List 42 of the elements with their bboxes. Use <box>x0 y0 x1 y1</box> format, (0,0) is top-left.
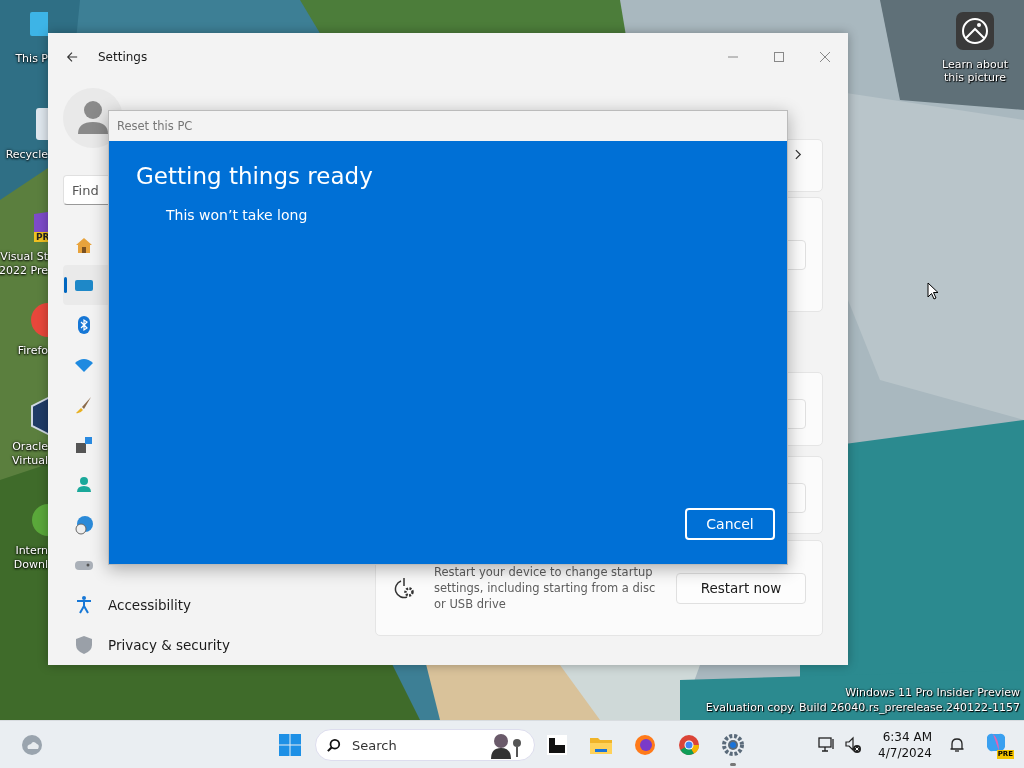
shortcut-label[interactable]: Recycle <box>5 148 48 162</box>
dialog-title: Reset this PC <box>117 119 193 133</box>
maximize-icon[interactable] <box>774 52 784 62</box>
dialog-subtitle: This won’t take long <box>166 207 308 223</box>
power-gear-icon <box>393 577 415 599</box>
spotlight-label[interactable]: this picture <box>944 71 1006 84</box>
bell-icon[interactable] <box>948 736 966 754</box>
globe-clock-icon <box>74 515 94 535</box>
close-icon[interactable] <box>820 52 830 62</box>
window-title: Settings <box>98 50 148 64</box>
watermark-text: Evaluation copy. Build 26040.rs_prerelease.240122-1157 <box>705 700 1020 715</box>
shortcut-label[interactable]: Downl <box>13 558 48 572</box>
shortcut-label[interactable]: This P <box>15 52 48 66</box>
shortcut-label[interactable]: Visual St <box>0 250 48 264</box>
home-icon <box>74 235 94 255</box>
shortcut-label[interactable]: Virtual <box>12 454 48 468</box>
accessibility-icon <box>74 595 94 615</box>
nav-item[interactable]: Privacy & security <box>63 625 333 665</box>
muted-speaker-icon[interactable] <box>844 736 863 754</box>
image-icon[interactable] <box>956 12 994 50</box>
back-arrow-icon[interactable] <box>66 51 78 63</box>
cancel-button[interactable]: Cancel <box>685 508 775 540</box>
clock[interactable]: 6:34 AM 4/7/2024 <box>878 729 932 761</box>
shortcut-label[interactable]: Oracle <box>12 440 48 454</box>
mouse-cursor-icon <box>927 282 939 300</box>
network-icon[interactable] <box>818 736 837 754</box>
nav-item[interactable]: Accessibility <box>63 585 333 625</box>
shield-icon <box>74 635 94 655</box>
start-icon[interactable] <box>278 733 302 757</box>
spotlight-label[interactable]: Learn about <box>942 58 1008 71</box>
shortcut-label[interactable]: Firefo <box>17 344 48 358</box>
shortcut-label[interactable]: Intern <box>15 544 48 558</box>
person-icon <box>74 475 94 495</box>
restart-now-button[interactable]: Restart now <box>676 572 806 604</box>
watermark-text: Windows 11 Pro Insider Preview <box>845 685 1020 700</box>
shortcut-label[interactable]: 2022 Pre <box>0 264 48 278</box>
chevron-icon <box>795 149 802 160</box>
setting-description: Restart your device to change startup settings, including starting from a disc or USB drive <box>434 564 657 612</box>
taskbar-search-field[interactable]: Search <box>315 729 535 761</box>
search-icon <box>327 738 341 752</box>
apps-icon <box>74 435 94 455</box>
dialog-heading: Getting things ready <box>136 163 373 189</box>
